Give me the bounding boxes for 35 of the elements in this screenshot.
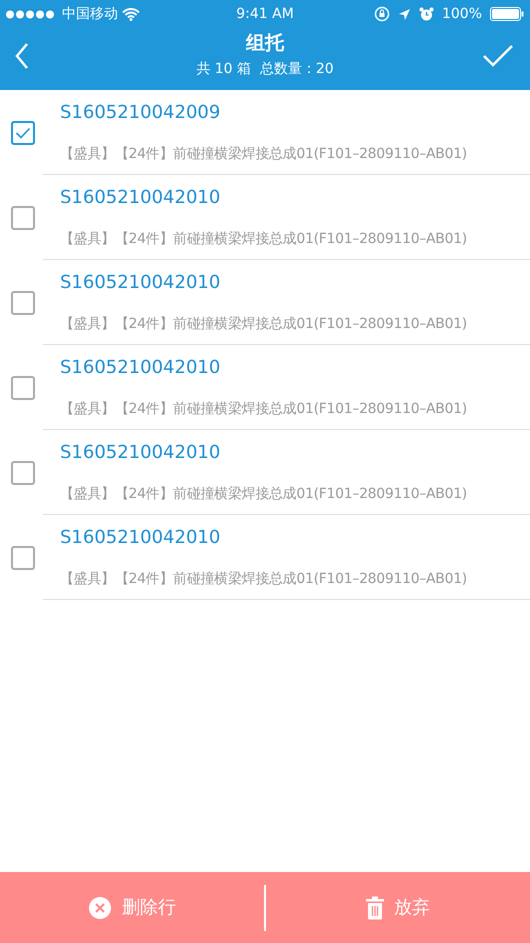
checkbox[interactable] (11, 206, 35, 230)
box-code: S1605210042010 (60, 356, 222, 380)
checkbox[interactable] (11, 120, 35, 144)
item-description: 【盛具】【24件】前碰撞横梁焊接总成01(F101–2809110–AB01) (60, 230, 468, 249)
carrier-name: 中国移动 (62, 4, 118, 24)
checkbox[interactable] (11, 290, 35, 314)
location-icon (398, 8, 411, 20)
delete-row-button[interactable]: 删除行 (0, 872, 264, 943)
box-code: S1605210042010 (60, 271, 222, 295)
alarm-icon (418, 6, 434, 22)
box-code: S1605210042010 (60, 441, 222, 465)
battery-icon (490, 7, 524, 21)
page-subtitle: 共 10 箱 总数量：20 (196, 61, 334, 78)
item-description: 【盛具】【24件】前碰撞横梁焊接总成01(F101–2809110–AB01) (60, 485, 468, 504)
wifi-icon (122, 8, 140, 20)
item-description: 【盛具】【24件】前碰撞横梁焊接总成01(F101–2809110–AB01) (60, 400, 468, 419)
item-description: 【盛具】【24件】前碰撞横梁焊接总成01(F101–2809110–AB01) (60, 145, 468, 164)
box-code: S1605210042009 (60, 101, 222, 125)
checkbox[interactable] (11, 546, 35, 570)
rotation-lock-icon (374, 6, 390, 22)
page-title: 组托 (246, 32, 284, 55)
checkbox[interactable] (11, 376, 35, 400)
clock-time: 9:41 AM (236, 4, 294, 24)
item-description: 【盛具】【24件】前碰撞横梁焊接总成01(F101–2809110–AB01) (60, 315, 468, 334)
box-code: S1605210042010 (60, 526, 222, 550)
battery-percent: 100% (442, 4, 482, 24)
item-description: 【盛具】【24件】前碰撞横梁焊接总成01(F101–2809110–AB01) (60, 570, 468, 589)
trash-icon (366, 896, 384, 920)
checkbox[interactable] (11, 460, 35, 484)
confirm-check-icon[interactable] (482, 44, 514, 68)
box-code: S1605210042010 (60, 186, 222, 210)
discard-button[interactable]: 放弃 (266, 872, 530, 943)
delete-circle-icon (88, 896, 112, 920)
back-icon[interactable] (14, 42, 30, 70)
check-icon (15, 126, 31, 138)
